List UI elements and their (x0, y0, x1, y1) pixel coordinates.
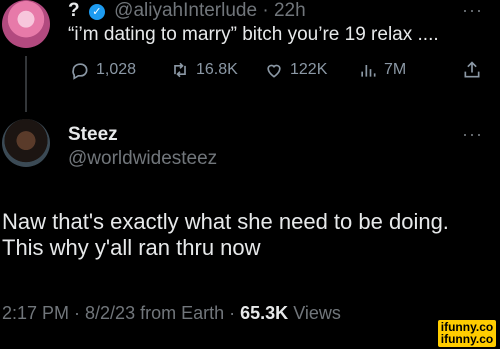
watermark-line-2: ifunny.co (440, 332, 494, 346)
reply-icon (70, 60, 90, 80)
tweet-author-handle[interactable]: @worldwidesteez (68, 148, 217, 170)
parent-avatar[interactable] (2, 0, 50, 48)
reply-count: 1,028 (96, 61, 137, 78)
tweet-views-count: 65.3K (240, 303, 289, 323)
views-count: 7M (384, 61, 407, 78)
ifunny-watermark: ifunny.co ifunny.co (438, 320, 496, 347)
tweet-timestamp[interactable]: 2:17 PM · 8/2/23 from Earth · (2, 303, 235, 323)
tweet-body-line-1: Naw that's exactly what she need to be d… (2, 209, 449, 234)
retweet-button[interactable]: 16.8K (170, 60, 238, 80)
parent-handle[interactable]: @aliyahInterlude (114, 0, 257, 21)
like-icon (264, 60, 284, 80)
parent-actions: 1,028 16.8K 122K 7M (70, 60, 490, 84)
parent-time[interactable]: 22h (274, 0, 306, 21)
parent-name[interactable]: ? (68, 0, 80, 21)
tweet-more-icon[interactable]: ··· (462, 124, 483, 145)
tweet-author-name[interactable]: Steez (68, 124, 118, 146)
share-icon (462, 60, 482, 80)
parent-text: “i’m dating to marry” bitch you’re 19 re… (68, 24, 439, 45)
like-button[interactable]: 122K (264, 60, 327, 80)
views-icon (358, 60, 378, 80)
retweet-icon (170, 60, 190, 80)
parent-more-icon[interactable]: ··· (462, 0, 483, 21)
tweet-body-line-2: This why y'all ran thru now (2, 235, 261, 260)
like-count: 122K (290, 61, 328, 78)
parent-separator: · (262, 0, 269, 21)
reply-button[interactable]: 1,028 (70, 60, 136, 80)
parent-header: ? ✓ @aliyahInterlude · 22h (68, 0, 306, 22)
tweet-avatar[interactable] (2, 119, 50, 167)
tweet-meta: 2:17 PM · 8/2/23 from Earth · 65.3K View… (2, 303, 341, 324)
tweet-body: Naw that's exactly what she need to be d… (2, 209, 492, 261)
share-button[interactable] (462, 60, 482, 80)
thread-connector-line (25, 56, 27, 112)
tweet-views-label: Views (293, 303, 341, 323)
verified-badge-icon: ✓ (88, 4, 105, 20)
views-button[interactable]: 7M (358, 60, 406, 80)
retweet-count: 16.8K (196, 61, 238, 78)
